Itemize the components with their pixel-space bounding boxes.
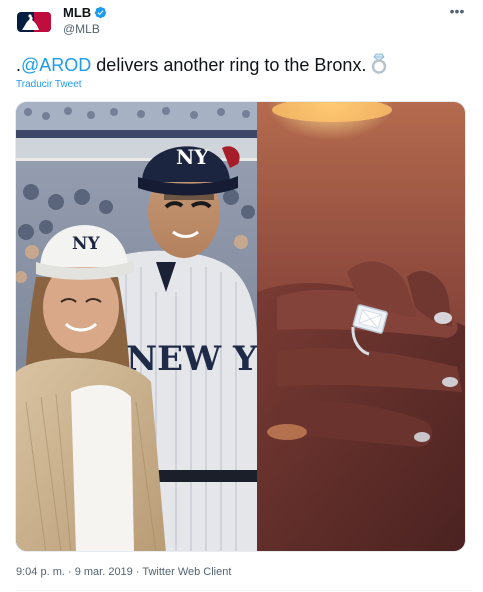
engagement-ring-hand-photo: [257, 102, 465, 551]
tweet: MLB @MLB ••• .@AROD delivers another rin…: [0, 0, 483, 592]
tweet-client[interactable]: Twitter Web Client: [142, 566, 231, 578]
mention-link[interactable]: @AROD: [21, 55, 91, 75]
meta-separator: ·: [64, 566, 75, 578]
translate-tweet-link[interactable]: Traducir Tweet: [16, 79, 82, 90]
ring-icon: [370, 53, 388, 79]
couple-yankees-photo: NEW YORK NY: [16, 102, 346, 551]
tweet-date[interactable]: 9 mar. 2019: [75, 566, 133, 578]
woman-cap-logo: NY: [72, 234, 101, 254]
account-name[interactable]: MLB: [63, 5, 91, 20]
tweet-media[interactable]: NEW YORK NY: [15, 101, 466, 552]
tweet-header: MLB @MLB •••: [16, 4, 471, 40]
jersey-text: NEW YORK: [126, 339, 257, 379]
tweet-time[interactable]: 9:04 p. m.: [16, 566, 65, 578]
man-cap-logo: NY: [176, 145, 209, 169]
tweet-text: .@AROD delivers another ring to the Bron…: [16, 53, 466, 79]
account-handle[interactable]: @MLB: [63, 22, 107, 36]
author-info: MLB @MLB: [63, 4, 107, 36]
tweet-body: delivers another ring to the Bronx.: [91, 55, 367, 75]
more-options-icon[interactable]: •••: [447, 4, 467, 22]
meta-separator-2: ·: [132, 566, 143, 578]
divider: [16, 590, 471, 591]
verified-icon: [94, 6, 107, 19]
tweet-metadata: 9:04 p. m. · 9 mar. 2019 · Twitter Web C…: [16, 566, 231, 578]
mlb-logo-icon: [17, 12, 51, 32]
avatar[interactable]: [16, 4, 52, 40]
